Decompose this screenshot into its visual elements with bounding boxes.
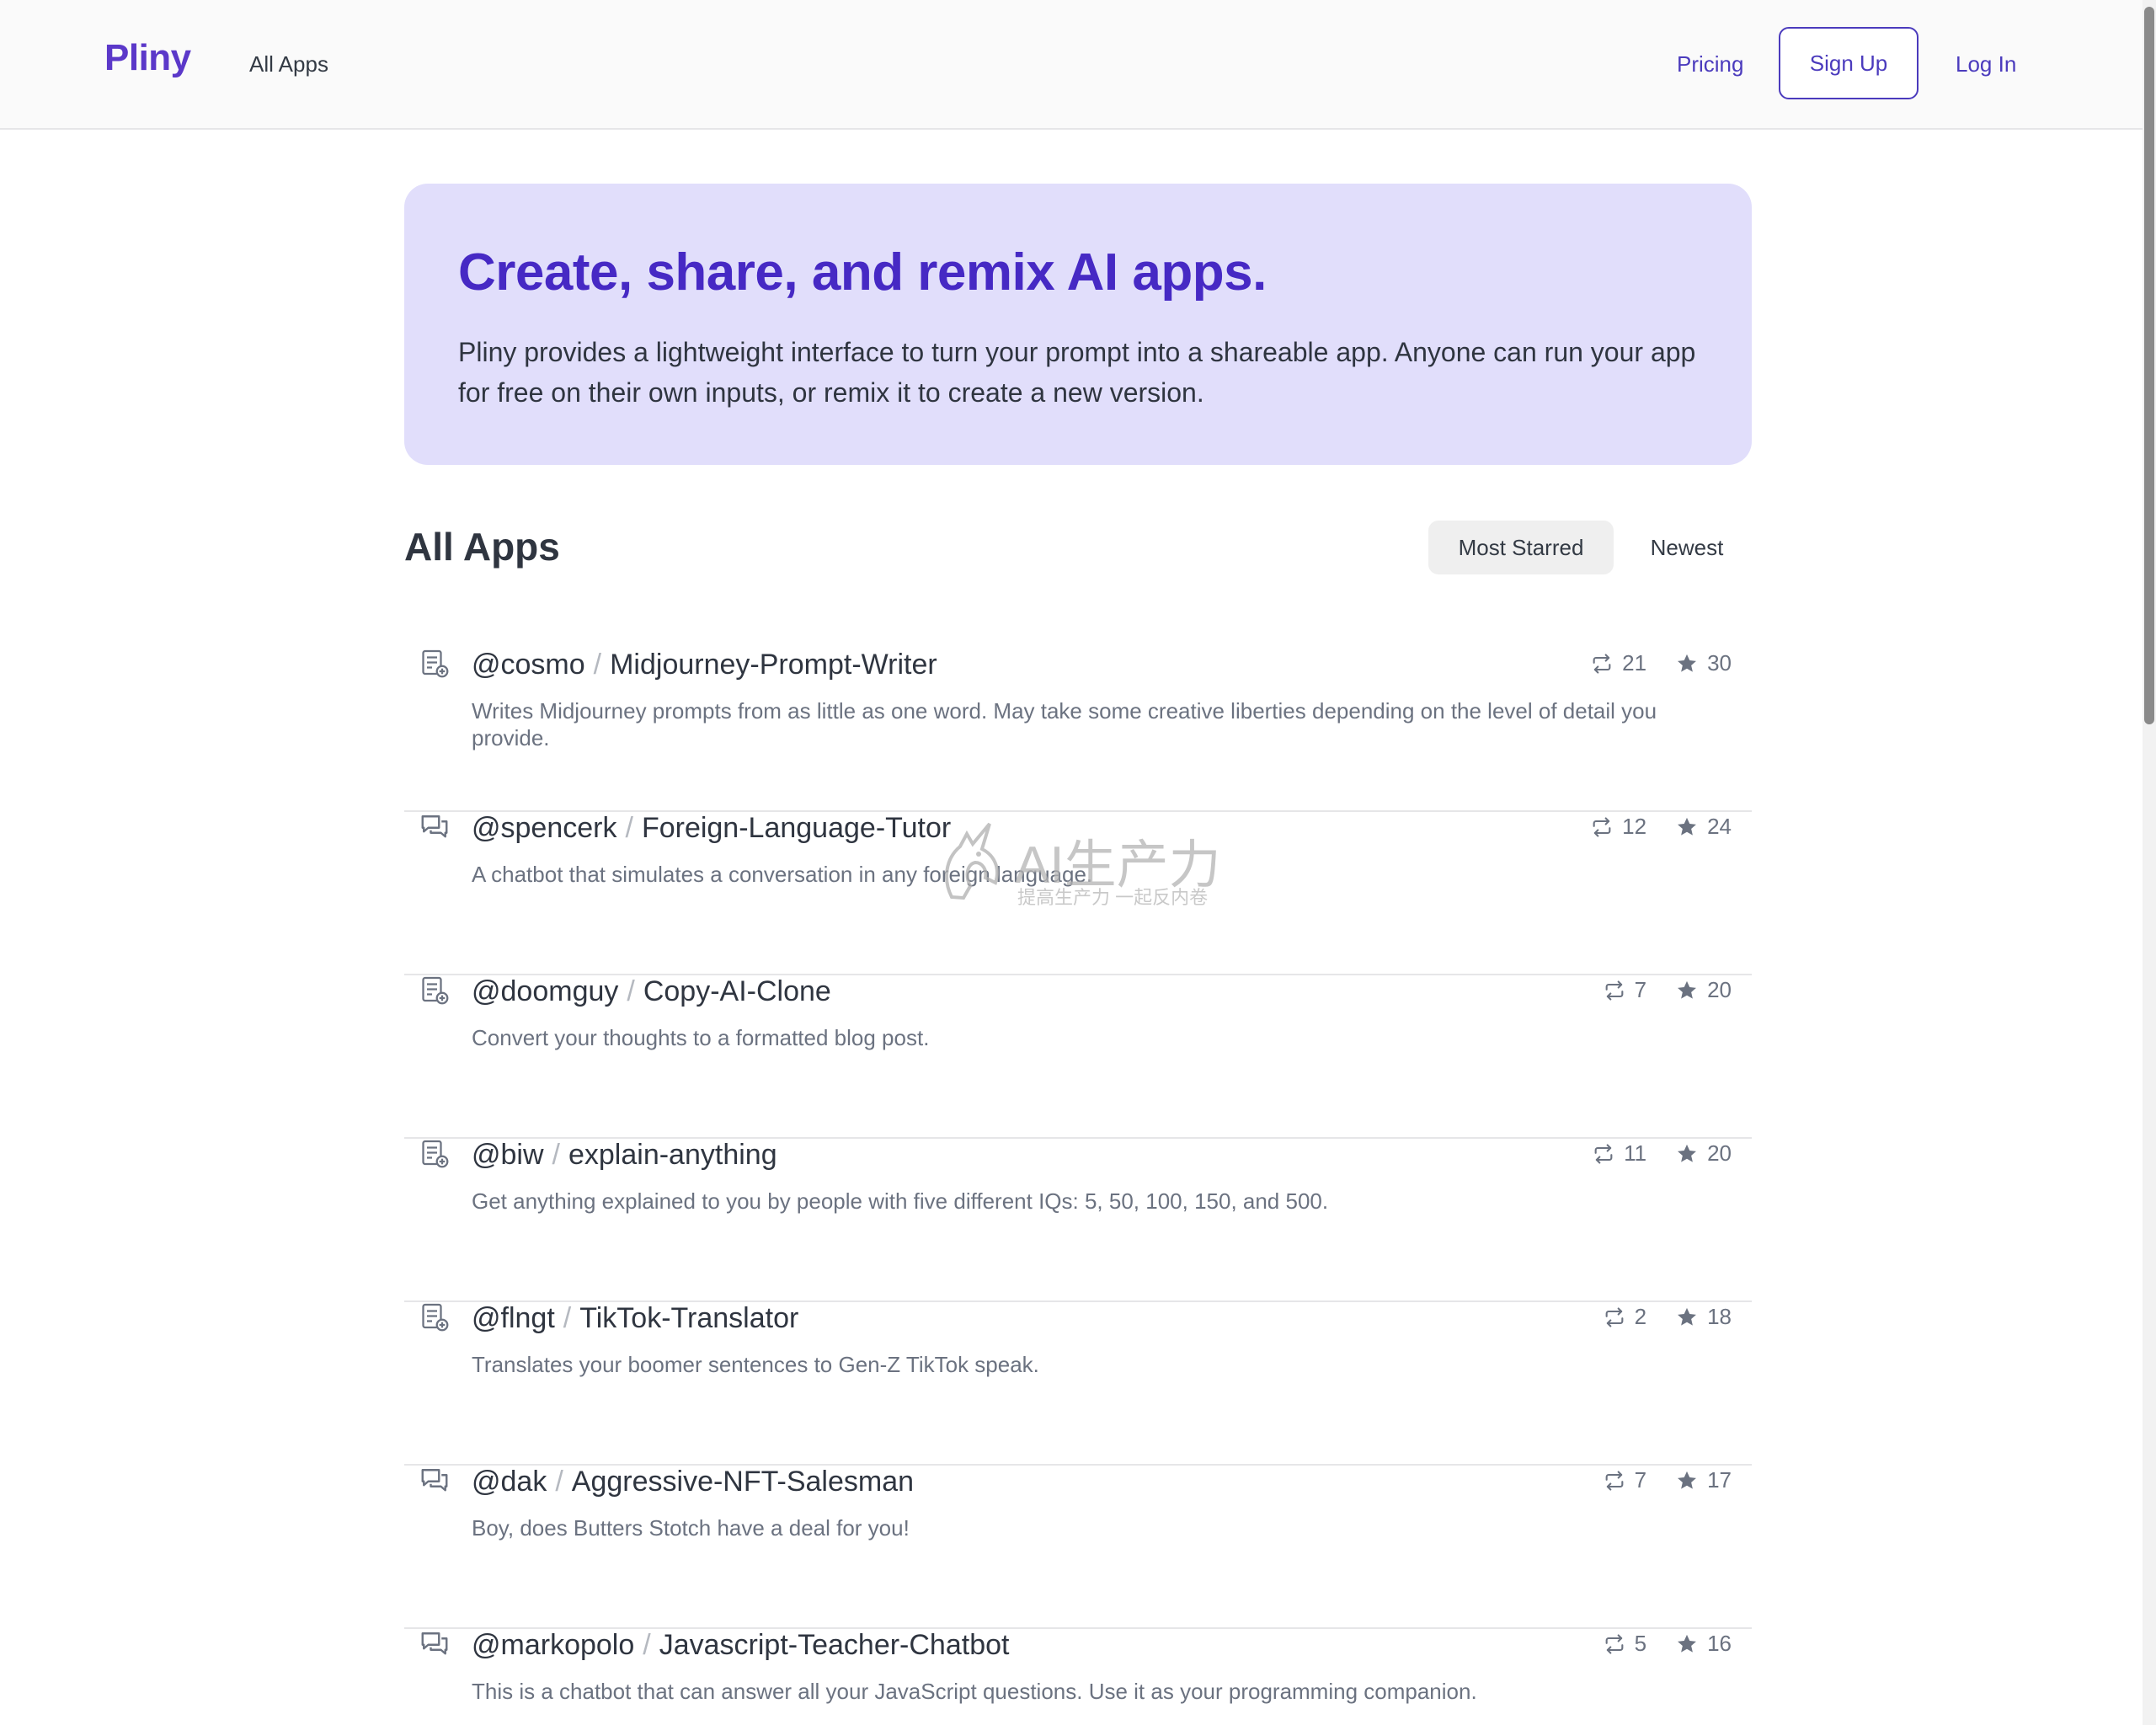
star-icon bbox=[1675, 1632, 1699, 1656]
remix-arrows-icon bbox=[1603, 1306, 1626, 1329]
remix-count: 7 bbox=[1634, 977, 1647, 1002]
remix-count: 2 bbox=[1634, 1304, 1647, 1329]
hero-description: Pliny provides a lightweight interface t… bbox=[458, 337, 1696, 408]
remix-arrows-icon bbox=[1590, 652, 1614, 676]
app-description: Boy, does Butters Stotch have a deal for… bbox=[472, 1515, 910, 1541]
remix-arrows-icon bbox=[1592, 1142, 1615, 1166]
app-stats: 12 24 bbox=[1590, 814, 1732, 840]
app-author[interactable]: @spencerk bbox=[472, 812, 616, 844]
top-navbar: Pliny All Apps Pricing Sign Up Log In bbox=[0, 0, 2143, 130]
app-description: A chatbot that simulates a conversation … bbox=[472, 862, 1093, 887]
remix-arrows-icon bbox=[1603, 1632, 1626, 1656]
remix-count: 12 bbox=[1622, 814, 1647, 839]
app-author[interactable]: @flngt bbox=[472, 1302, 555, 1334]
app-stats: 5 16 bbox=[1603, 1631, 1732, 1657]
title-separator: / bbox=[593, 649, 602, 681]
remix-arrows-icon bbox=[1603, 1469, 1626, 1493]
sort-tab-most-starred[interactable]: Most Starred bbox=[1428, 521, 1614, 574]
star-icon bbox=[1675, 1469, 1699, 1493]
document-plus-icon bbox=[419, 649, 450, 679]
app-list-item[interactable]: @biw / explain-anything 11 20 Get anything ex… bbox=[404, 1139, 1752, 1302]
app-author[interactable]: @doomguy bbox=[472, 975, 618, 1007]
app-name[interactable]: explain-anything bbox=[568, 1139, 777, 1171]
remix-count: 7 bbox=[1634, 1467, 1647, 1493]
nav-link-all-apps[interactable]: All Apps bbox=[249, 51, 328, 77]
app-description: Get anything explained to you by people … bbox=[472, 1188, 1329, 1214]
document-plus-icon bbox=[419, 1139, 450, 1169]
log-in-link[interactable]: Log In bbox=[1956, 51, 2016, 77]
app-stats: 7 17 bbox=[1603, 1467, 1732, 1493]
app-description: Translates your boomer sentences to Gen-… bbox=[472, 1352, 1039, 1377]
hero-banner: Create, share, and remix AI apps. Pliny … bbox=[404, 184, 1752, 465]
document-plus-icon bbox=[419, 975, 450, 1006]
remix-count: 11 bbox=[1624, 1140, 1647, 1166]
title-separator: / bbox=[555, 1466, 563, 1498]
app-author[interactable]: @biw bbox=[472, 1139, 544, 1171]
title-separator: / bbox=[625, 812, 633, 844]
remix-count: 21 bbox=[1622, 650, 1647, 676]
chat-bubbles-icon bbox=[419, 812, 450, 842]
app-title[interactable]: @markopolo / Javascript-Teacher-Chatbot bbox=[472, 1629, 1009, 1662]
chat-bubbles-icon bbox=[419, 1629, 450, 1659]
app-title[interactable]: @flngt / TikTok-Translator bbox=[472, 1302, 798, 1335]
star-icon bbox=[1675, 652, 1699, 676]
star-count: 24 bbox=[1707, 814, 1732, 839]
app-author[interactable]: @dak bbox=[472, 1466, 547, 1498]
app-name[interactable]: Copy-AI-Clone bbox=[643, 975, 831, 1007]
star-icon bbox=[1675, 1142, 1699, 1166]
app-list-item[interactable]: @dak / Aggressive-NFT-Salesman 7 17 Boy, does… bbox=[404, 1466, 1752, 1629]
app-list-item[interactable]: @cosmo / Midjourney-Prompt-Writer 21 30 Write… bbox=[404, 649, 1752, 812]
app-description: This is a chatbot that can answer all yo… bbox=[472, 1679, 1477, 1704]
app-name[interactable]: TikTok-Translator bbox=[579, 1302, 798, 1334]
app-title[interactable]: @doomguy / Copy-AI-Clone bbox=[472, 975, 831, 1008]
scrollbar-thumb[interactable] bbox=[2144, 7, 2154, 724]
remix-arrows-icon bbox=[1603, 979, 1626, 1002]
app-author[interactable]: @cosmo bbox=[472, 649, 585, 681]
nav-link-pricing[interactable]: Pricing bbox=[1677, 51, 1743, 77]
star-icon bbox=[1675, 979, 1699, 1002]
app-title[interactable]: @cosmo / Midjourney-Prompt-Writer bbox=[472, 649, 937, 681]
title-separator: / bbox=[627, 975, 635, 1007]
app-name[interactable]: Aggressive-NFT-Salesman bbox=[572, 1466, 914, 1498]
app-title[interactable]: @biw / explain-anything bbox=[472, 1139, 777, 1172]
title-separator: / bbox=[552, 1139, 560, 1171]
app-name[interactable]: Foreign-Language-Tutor bbox=[642, 812, 951, 844]
app-description: Convert your thoughts to a formatted blo… bbox=[472, 1025, 930, 1050]
app-list-item[interactable]: @doomguy / Copy-AI-Clone 7 20 Convert your th… bbox=[404, 975, 1752, 1139]
star-icon bbox=[1675, 1306, 1699, 1329]
title-separator: / bbox=[563, 1302, 572, 1334]
app-name[interactable]: Javascript-Teacher-Chatbot bbox=[659, 1629, 1010, 1661]
sign-up-button[interactable]: Sign Up bbox=[1779, 27, 1919, 99]
app-author[interactable]: @markopolo bbox=[472, 1629, 634, 1661]
remix-arrows-icon bbox=[1590, 815, 1614, 839]
app-stats: 2 18 bbox=[1603, 1304, 1732, 1330]
brand-logo[interactable]: Pliny bbox=[104, 37, 191, 79]
star-count: 18 bbox=[1707, 1304, 1732, 1329]
star-count: 20 bbox=[1707, 977, 1732, 1002]
chat-bubbles-icon bbox=[419, 1466, 450, 1496]
app-name[interactable]: Midjourney-Prompt-Writer bbox=[610, 649, 937, 681]
hero-title: Create, share, and remix AI apps. bbox=[458, 243, 1267, 302]
app-title[interactable]: @dak / Aggressive-NFT-Salesman bbox=[472, 1466, 914, 1498]
star-count: 30 bbox=[1707, 650, 1732, 676]
document-plus-icon bbox=[419, 1302, 450, 1332]
scrollbar-track[interactable] bbox=[2143, 0, 2156, 1725]
app-title[interactable]: @spencerk / Foreign-Language-Tutor bbox=[472, 812, 951, 845]
remix-count: 5 bbox=[1634, 1631, 1647, 1656]
star-icon bbox=[1675, 815, 1699, 839]
sort-tab-newest[interactable]: Newest bbox=[1630, 521, 1743, 574]
section-title: All Apps bbox=[404, 525, 560, 569]
app-stats: 21 30 bbox=[1590, 650, 1732, 676]
star-count: 20 bbox=[1707, 1140, 1732, 1166]
app-description: Writes Midjourney prompts from as little… bbox=[472, 698, 1657, 750]
star-count: 17 bbox=[1707, 1467, 1732, 1493]
app-list-item[interactable]: @markopolo / Javascript-Teacher-Chatbot 5 16… bbox=[404, 1629, 1752, 1725]
app-stats: 7 20 bbox=[1603, 977, 1732, 1003]
app-list-item[interactable]: @spencerk / Foreign-Language-Tutor 12 24 A ch… bbox=[404, 812, 1752, 975]
star-count: 16 bbox=[1707, 1631, 1732, 1656]
app-list-item[interactable]: @flngt / TikTok-Translator 2 18 Translates yo… bbox=[404, 1302, 1752, 1466]
app-stats: 11 20 bbox=[1592, 1140, 1732, 1167]
title-separator: / bbox=[643, 1629, 651, 1661]
